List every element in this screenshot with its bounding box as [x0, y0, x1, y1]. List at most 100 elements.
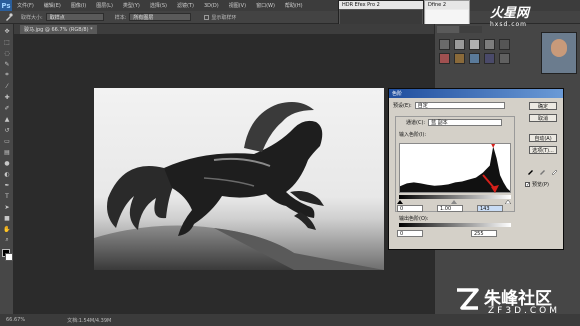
background-color[interactable]	[5, 253, 13, 261]
output-black-field[interactable]: 0	[397, 230, 423, 237]
output-values-row: 0 255	[397, 230, 497, 237]
move-tool-icon[interactable]: ✥	[2, 27, 12, 35]
sample-size-label: 取样大小:	[21, 14, 43, 21]
menu-view[interactable]: 视图(V)	[224, 2, 251, 9]
sample-size-select[interactable]: 取样点	[45, 13, 104, 21]
crop-tool-icon[interactable]: ⌗	[2, 71, 12, 79]
swatch[interactable]	[469, 53, 480, 64]
document-tab-bar: 骏马.jpg @ 66.7% (RGB/8) *	[14, 24, 434, 34]
output-levels-label: 输出色阶(O):	[399, 216, 429, 222]
levels-title: 色阶	[392, 91, 403, 97]
channel-select[interactable]: 蓝 副本	[428, 119, 503, 126]
white-eyedropper-icon[interactable]	[551, 167, 559, 177]
menu-layer[interactable]: 图层(L)	[91, 2, 118, 9]
preset-row: 预设(E): 自定	[393, 102, 505, 109]
document-tab[interactable]: 骏马.jpg @ 66.7% (RGB/8) *	[20, 25, 97, 34]
menu-help[interactable]: 帮助(H)	[280, 2, 308, 9]
menu-3d[interactable]: 3D(D)	[199, 3, 224, 9]
path-select-icon[interactable]: ➤	[2, 203, 12, 211]
menu-select[interactable]: 选择(S)	[145, 2, 172, 9]
tools-panel: ✥ ⬚ ◌ ✎ ⌗ ⁄ ✚ ✐ ▲ ↺ ▭ ▤ ● ◐ ✒ T ➤ ■ ✋ ⌕	[0, 24, 14, 314]
show-ring-checkbox[interactable]: 显示取样环	[201, 14, 239, 21]
swatch[interactable]	[454, 53, 465, 64]
menu-window[interactable]: 窗口(W)	[251, 2, 280, 9]
auto-button[interactable]: 自动(A)	[529, 134, 557, 142]
preview-check-box[interactable]: ✓	[525, 182, 530, 188]
menu-file[interactable]: 文件(F)	[12, 2, 39, 9]
channel-label: 通道(C):	[406, 120, 426, 126]
channel-row: 通道(C): 蓝 副本	[406, 119, 503, 126]
lasso-tool-icon[interactable]: ◌	[2, 49, 12, 57]
zoom-tool-icon[interactable]: ⌕	[2, 236, 12, 244]
gray-eyedropper-icon[interactable]	[539, 167, 547, 177]
pen-tool-icon[interactable]: ✒	[2, 181, 12, 189]
preset-select[interactable]: 自定	[414, 102, 505, 109]
input-white-field[interactable]: 143	[477, 205, 503, 212]
eyedropper-group	[527, 167, 559, 177]
dialog-buttons: 确定 取消 自动(A) 选项(T)...	[529, 102, 557, 154]
swatch[interactable]	[499, 53, 510, 64]
show-ring-label: 显示取样环	[211, 14, 237, 21]
document-size: 文档:1.54M/4.39M	[67, 317, 112, 324]
sample-select[interactable]: 所有图层	[129, 13, 192, 21]
horse-silhouette	[94, 102, 384, 270]
avatar	[541, 32, 577, 74]
color-swatches[interactable]	[1, 248, 13, 266]
eyedropper-icon[interactable]	[4, 13, 14, 21]
preview-label: 预览(P)	[532, 182, 549, 188]
input-levels-label: 输入色阶(I):	[399, 132, 427, 138]
levels-dialog: 色阶 预设(E): 自定 通道(C): 蓝 副本 输入色阶(I): 0 1.00…	[388, 88, 564, 250]
output-gradient	[399, 223, 511, 227]
preview-checkbox[interactable]: ✓ 预览(P)	[525, 181, 549, 188]
hdr-efex-title: HDR Efex Pro 2	[339, 1, 423, 9]
swatch[interactable]	[454, 39, 465, 50]
eraser-tool-icon[interactable]: ▭	[2, 137, 12, 145]
menu-edit[interactable]: 编辑(E)	[39, 2, 66, 9]
dodge-tool-icon[interactable]: ◐	[2, 170, 12, 178]
history-brush-icon[interactable]: ↺	[2, 126, 12, 134]
brush-tool-icon[interactable]: ✐	[2, 104, 12, 112]
avatar-face	[551, 39, 567, 57]
sample-label: 样本:	[114, 14, 127, 21]
swatch[interactable]	[439, 39, 450, 50]
stamp-tool-icon[interactable]: ▲	[2, 115, 12, 123]
panel-tab-swatches[interactable]	[460, 26, 482, 33]
histogram-peak-marker	[491, 144, 496, 148]
quick-select-tool-icon[interactable]: ✎	[2, 60, 12, 68]
blur-tool-icon[interactable]: ●	[2, 159, 12, 167]
hand-tool-icon[interactable]: ✋	[2, 225, 12, 233]
marquee-tool-icon[interactable]: ⬚	[2, 38, 12, 46]
highlight-arrow	[482, 174, 499, 193]
cancel-button[interactable]: 取消	[529, 114, 557, 122]
watermark-top: 火星网 hxsd.com	[490, 2, 578, 32]
swatch[interactable]	[484, 39, 495, 50]
eyedropper-tool-icon[interactable]: ⁄	[2, 82, 12, 90]
swatch[interactable]	[484, 53, 495, 64]
input-gamma-field[interactable]: 1.00	[437, 205, 463, 212]
shape-tool-icon[interactable]: ■	[2, 214, 12, 222]
panel-tab-color[interactable]	[437, 26, 459, 33]
type-tool-icon[interactable]: T	[2, 192, 12, 200]
output-white-field[interactable]: 255	[471, 230, 497, 237]
zoom-level: 66.67%	[6, 317, 26, 323]
zf3d-logo-icon	[457, 288, 479, 310]
menu-image[interactable]: 图像(I)	[66, 2, 91, 9]
horse-photo	[94, 88, 384, 270]
watermark-top-cn: 火星网	[490, 6, 530, 21]
ok-button[interactable]: 确定	[529, 102, 557, 110]
menu-type[interactable]: 类型(Y)	[118, 2, 145, 9]
swatch[interactable]	[499, 39, 510, 50]
swatch[interactable]	[439, 53, 450, 64]
healing-tool-icon[interactable]: ✚	[2, 93, 12, 101]
menu-filter[interactable]: 滤镜(T)	[172, 2, 199, 9]
options-button[interactable]: 选项(T)...	[529, 146, 557, 154]
white-point-slider[interactable]	[504, 199, 512, 206]
watermark-top-en: hxsd.com	[490, 21, 528, 28]
black-eyedropper-icon[interactable]	[527, 167, 535, 177]
swatch[interactable]	[469, 39, 480, 50]
preset-label: 预设(E):	[393, 103, 412, 109]
levels-title-bar: 色阶	[389, 89, 563, 98]
input-black-field[interactable]: 0	[397, 205, 423, 212]
photoshop-logo: Ps	[0, 0, 12, 11]
gradient-tool-icon[interactable]: ▤	[2, 148, 12, 156]
